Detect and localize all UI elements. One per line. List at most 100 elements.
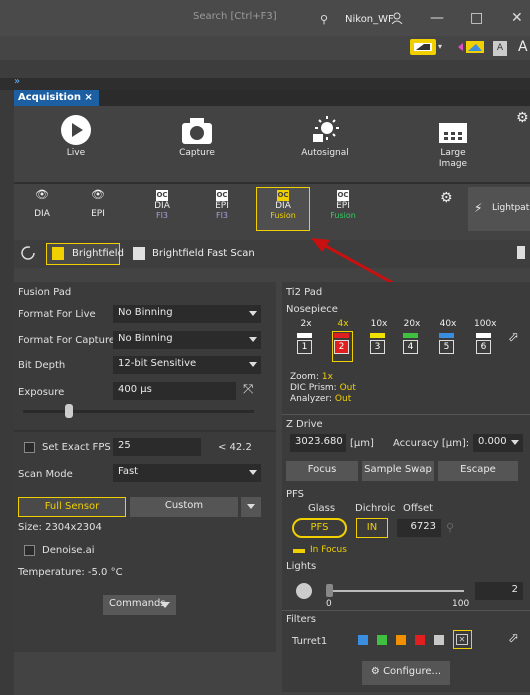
filter-swatch[interactable] (396, 635, 406, 645)
objective-button[interactable]: 4 (403, 340, 418, 354)
offset-label: Offset (403, 503, 434, 514)
search-icon[interactable]: ⚲ (446, 521, 454, 534)
zoom-label: Zoom: (290, 372, 319, 382)
objective-button[interactable]: 3 (370, 340, 385, 354)
objective-color-band (297, 333, 312, 338)
expand-arrow-icon[interactable]: ⬀ (508, 631, 519, 646)
gear-icon: ⚙ (370, 666, 380, 677)
objective-mag: 2x (300, 319, 312, 329)
format-live-select[interactable]: No Binning (113, 305, 261, 323)
offset-value: 6723 (410, 521, 436, 532)
exposure-label: Exposure (18, 387, 65, 398)
accuracy-value: 0.000 (478, 436, 507, 447)
full-sensor-button[interactable]: Full Sensor (18, 497, 126, 517)
pfs-label: PFS (286, 489, 304, 500)
filter-swatch[interactable] (377, 635, 387, 645)
objective-color-band (370, 333, 385, 338)
accuracy-select[interactable]: 0.000 (473, 434, 523, 452)
exposure-value: 400 µs (118, 384, 152, 395)
scan-mode-value: Fast (118, 466, 139, 477)
chevron-down-icon (249, 311, 257, 316)
light-toggle[interactable] (296, 583, 312, 599)
selected-objective-highlight (332, 331, 353, 362)
set-fps-label: Set Exact FPS (42, 442, 111, 453)
light-max: 100 (452, 599, 470, 609)
exposure-slider[interactable] (23, 410, 254, 413)
scan-mode-label: Scan Mode (18, 469, 73, 480)
set-fps-checkbox[interactable] (24, 442, 35, 453)
empty-filter-icon[interactable]: ✕ (456, 634, 468, 645)
bit-depth-label: Bit Depth (18, 360, 66, 371)
light-value: 2 (511, 584, 518, 595)
fps-input[interactable]: 25 (113, 438, 201, 456)
escape-button[interactable]: Escape (438, 461, 518, 481)
filter-swatch[interactable] (434, 635, 444, 645)
custom-button[interactable]: Custom (130, 497, 238, 517)
configure-label: Configure... (383, 666, 442, 677)
exposure-input[interactable]: 400 µs (113, 382, 236, 400)
objective-mag: 10x (370, 319, 388, 329)
z-input[interactable]: 3023.680 (290, 434, 346, 452)
objective-button[interactable]: 5 (439, 340, 454, 354)
dichroic-label: Dichroic (355, 503, 396, 514)
analyzer-label: Analyzer: (290, 394, 333, 404)
chevron-down-icon (249, 362, 257, 367)
ti2-pad-title: Ti2 Pad (286, 287, 323, 298)
filter-swatch[interactable] (358, 635, 368, 645)
offset-input[interactable]: 6723 (397, 519, 441, 537)
analyzer-value: Out (334, 394, 352, 404)
configure-button[interactable]: ⚙ Configure... (362, 661, 450, 685)
objective-color-band (403, 333, 418, 338)
filter-swatch[interactable] (415, 635, 425, 645)
in-focus-indicator (293, 549, 305, 553)
commands-button[interactable]: Commands (103, 595, 176, 615)
sample-swap-button[interactable]: Sample Swap (362, 461, 434, 481)
dichroic-in-button[interactable]: IN (356, 518, 388, 538)
format-live-value: No Binning (118, 307, 173, 318)
denoise-label: Denoise.ai (42, 545, 95, 556)
expand-arrow-icon[interactable]: ⬀ (508, 330, 519, 345)
exposure-reset-icon[interactable]: ⤧ (243, 382, 253, 397)
z-drive-label: Z Drive (286, 419, 323, 430)
dic-value: Out (339, 383, 356, 393)
denoise-checkbox[interactable] (24, 545, 35, 556)
objective-mag: 100x (474, 319, 497, 329)
chevron-down-icon (249, 337, 257, 342)
filters-label: Filters (286, 614, 316, 625)
fps-max: < 42.2 (218, 442, 252, 453)
fusion-pad-title: Fusion Pad (18, 287, 72, 298)
objective-color-band (476, 333, 491, 338)
scan-mode-select[interactable]: Fast (113, 464, 261, 482)
divider (282, 610, 530, 611)
custom-dropdown[interactable] (241, 497, 261, 517)
format-capture-select[interactable]: No Binning (113, 331, 261, 349)
chevron-down-icon (249, 470, 257, 475)
accuracy-label: Accuracy [µm]: (393, 438, 470, 449)
temperature: Temperature: -5.0 °C (18, 567, 123, 578)
focus-button[interactable]: Focus (286, 461, 358, 481)
dic-label: DIC Prism: (290, 383, 337, 393)
zoom-info: Zoom: 1x DIC Prism: Out Analyzer: Out (290, 372, 356, 405)
z-unit: [µm] (350, 438, 374, 449)
chevron-down-icon (160, 602, 170, 608)
objective-button[interactable]: 1 (297, 340, 312, 354)
chevron-down-icon (511, 440, 519, 445)
divider (282, 414, 530, 415)
light-slider[interactable] (328, 590, 464, 592)
glass-label: Glass (308, 503, 336, 514)
pfs-toggle[interactable]: PFS (292, 518, 347, 538)
commands-label: Commands (109, 598, 166, 609)
bit-depth-select[interactable]: 12-bit Sensitive (113, 356, 261, 374)
exposure-slider-handle[interactable] (64, 404, 73, 418)
chevron-down-icon (247, 504, 255, 509)
objective-button[interactable]: 6 (476, 340, 491, 354)
sensor-size: Size: 2304x2304 (18, 522, 102, 533)
light-value-input[interactable]: 2 (475, 582, 523, 600)
bit-depth-value: 12-bit Sensitive (118, 358, 197, 369)
light-slider-handle[interactable] (326, 584, 333, 597)
fps-value: 25 (118, 440, 131, 451)
format-capture-value: No Binning (118, 333, 173, 344)
objective-mag: 20x (403, 319, 421, 329)
lights-label: Lights (286, 561, 317, 572)
objective-mag: 4x (337, 319, 349, 329)
